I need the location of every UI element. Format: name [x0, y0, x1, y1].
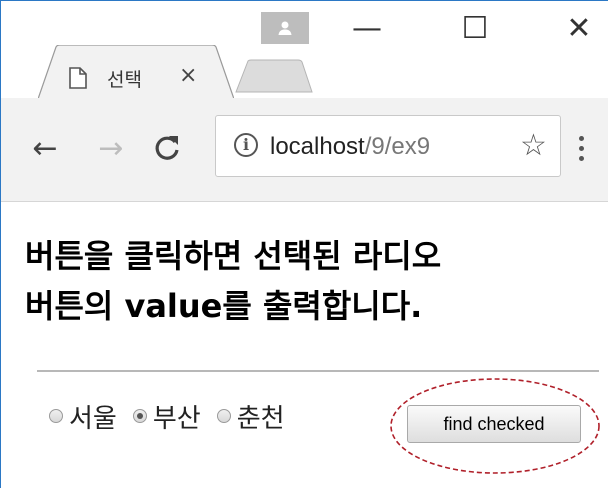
back-button[interactable]: ← [27, 128, 63, 168]
maximize-icon: ☐ [461, 11, 489, 46]
reload-button[interactable] [149, 128, 185, 168]
url-path: /9/ex9 [364, 133, 431, 160]
horizontal-rule [37, 370, 599, 372]
page-heading: 버튼을 클릭하면 선택된 라디오 버튼의 value를 출력합니다. [25, 231, 605, 331]
url-host: localhost [270, 133, 365, 160]
tab-active[interactable]: 선택 × [38, 45, 234, 100]
title-bar: — ☐ ✕ 선택 × [1, 1, 608, 100]
menu-dot [578, 155, 584, 161]
radio-label-busan: 부산 [152, 403, 201, 434]
browser-toolbar: ← → i localhost/9/ex9 ☆ [1, 98, 608, 202]
star-icon[interactable]: ☆ [520, 128, 547, 163]
url-text: localhost/9/ex9 [270, 133, 430, 161]
browser-window: — ☐ ✕ 선택 × ← → i localhost/9/ex9 ☆ 버튼을 클… [0, 0, 608, 488]
radio-chuncheon[interactable] [216, 409, 231, 423]
back-arrow-icon: ← [32, 130, 58, 166]
new-tab-button[interactable] [234, 59, 314, 93]
profile-icon[interactable] [261, 12, 309, 44]
minimize-icon: — [352, 11, 382, 46]
radio-label-seoul: 서울 [69, 403, 117, 434]
radio-label-chuncheon: 춘천 [236, 403, 285, 434]
info-icon[interactable]: i [234, 133, 258, 157]
menu-dot [578, 145, 584, 151]
heading-line-1: 버튼을 클릭하면 선택된 라디오 [25, 237, 442, 275]
highlight-ellipse [390, 378, 600, 474]
maximize-button[interactable]: ☐ [449, 7, 501, 51]
close-window-button[interactable]: ✕ [553, 7, 605, 51]
radio-seoul[interactable] [49, 409, 63, 423]
radio-group: 서울 부산 춘천 [49, 396, 301, 436]
menu-icon[interactable] [571, 128, 591, 168]
minimize-button[interactable]: — [341, 7, 393, 51]
page-icon [69, 67, 87, 89]
heading-line-2: 버튼의 value를 출력합니다. [25, 287, 423, 325]
address-bar[interactable]: i localhost/9/ex9 ☆ [215, 115, 561, 177]
tab-close-icon[interactable]: × [179, 63, 197, 88]
reload-icon [155, 136, 179, 160]
forward-arrow-icon: → [98, 130, 124, 166]
menu-dot [578, 135, 584, 141]
tab-title: 선택 [107, 69, 142, 91]
radio-busan[interactable] [132, 409, 147, 423]
close-icon: ✕ [566, 11, 592, 46]
page-content: 버튼을 클릭하면 선택된 라디오 버튼의 value를 출력합니다. 서울 부산… [1, 201, 608, 489]
forward-button[interactable]: → [93, 128, 129, 168]
